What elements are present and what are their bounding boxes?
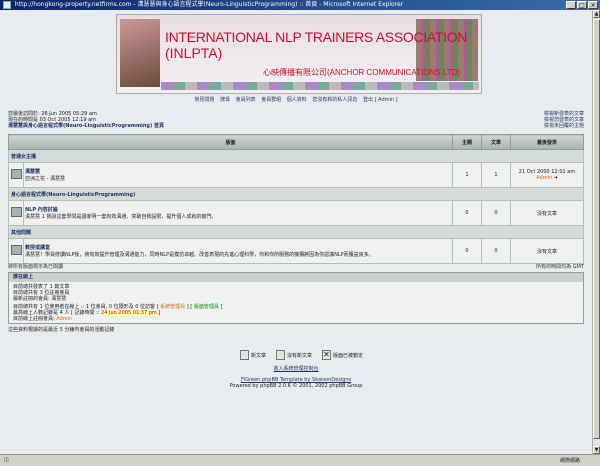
no-new-posts-icon bbox=[276, 350, 286, 360]
banner-abbrev: (INLPTA) bbox=[165, 45, 223, 61]
admin-legend: 系統管理員 bbox=[160, 304, 186, 310]
view-unanswered-link[interactable]: 檢視未回覆的主題 bbox=[544, 123, 584, 129]
post-count: 0 bbox=[481, 200, 511, 226]
forum-description: 溝慧慧！學員修讀NLP後，將有效提升管理及溝通能力，同時NLP是模仿卓越、改善表… bbox=[25, 252, 374, 258]
close-button[interactable]: × bbox=[588, 1, 598, 9]
new-posts-icon bbox=[240, 350, 249, 360]
nav-usergroups[interactable]: 會員群組 bbox=[261, 97, 281, 103]
table-row: 教授或講堂 溝慧慧！學員修讀NLP後，將有效提升管理及溝通能力，同時NLP是模仿… bbox=[8, 238, 584, 264]
admin-footer: 進入系統管理控制台 bbox=[8, 366, 584, 372]
topic-count: 0 bbox=[452, 200, 482, 226]
post-count: 1 bbox=[481, 162, 511, 188]
online-user-link[interactable]: Admin bbox=[56, 316, 72, 322]
table-row: NLP 內容討論 溝慧慧 1 我說這套學問是讓家明一套有效溝通、突破自我設限，提… bbox=[8, 200, 584, 226]
last-post-user-link[interactable]: Admin bbox=[536, 175, 552, 181]
admin-panel-link[interactable]: 進入系統管理控制台 bbox=[273, 366, 318, 372]
category-3[interactable]: 其他問題 bbox=[8, 225, 584, 239]
newest-member-text: 最新註冊的會員: 溝慧慧 bbox=[13, 296, 67, 302]
forum-index-link[interactable]: 溝慧慧與身心語言程式學(Neuro-LinguisticProgramming)… bbox=[8, 123, 164, 129]
scroll-thumb[interactable] bbox=[593, 19, 600, 439]
category-2[interactable]: 身心語言程式學(Neuro-LinguisticProgramming) bbox=[8, 187, 584, 201]
nav-private-messages[interactable]: 您沒有新的私人訊息 bbox=[312, 97, 357, 103]
top-navigation: 常見問題 搜尋 會員列表 會員群組 個人資料 您沒有新的私人訊息 登出 [ Ad… bbox=[8, 96, 584, 103]
category-1[interactable]: 普通女主播 bbox=[8, 149, 584, 163]
forum-table: 版面 主題 文章 最後發表 普通女主播 溝慧慧 亞洲之花 - 溝慧慧 1 1 2… bbox=[8, 134, 584, 264]
last-post-date: 沒有文章 bbox=[510, 200, 584, 226]
window-title: http://hongkong-property.netfirms.com - … bbox=[14, 1, 404, 8]
topic-count: 0 bbox=[452, 238, 482, 264]
legend-new: 新文章 bbox=[251, 352, 267, 359]
powered-by-text: Powered by phpBB 2.0.6 © 2001, 2002 phpB… bbox=[229, 383, 363, 389]
table-footnote: 將所有版面標示為已閱讀 所有的時間均為 GMT bbox=[8, 263, 584, 270]
forum-link[interactable]: 教授或講堂 bbox=[25, 244, 451, 251]
banner-title: INTERNATIONAL NLP TRAINERS ASSOCIATION bbox=[165, 29, 468, 45]
header-posts: 文章 bbox=[481, 134, 511, 150]
header-forum: 版面 bbox=[8, 134, 453, 150]
activity-note: 這些資料根據的是最近 5 分鐘內會員的活動記錄 bbox=[8, 327, 115, 333]
header-last-post: 最後發表 bbox=[510, 134, 584, 150]
mark-all-read-link[interactable]: 將所有版面標示為已閱讀 bbox=[8, 264, 63, 270]
registered-online-text: 目前線上註冊會員: bbox=[13, 316, 55, 322]
nav-profile[interactable]: 個人資料 bbox=[287, 97, 307, 103]
maximize-button[interactable]: □ bbox=[577, 1, 587, 9]
who-is-online-panel: 誰在線上 目前總共發表了 1 篇文章 目前總共有 3 位註冊會員 最新註冊的會員… bbox=[8, 272, 584, 324]
copyright: FIGreen phpBB Template by SkaisonDesigns… bbox=[8, 377, 584, 389]
forum-description: 亞洲之花 - 溝慧慧 bbox=[25, 176, 65, 182]
table-row: 溝慧慧 亞洲之花 - 溝慧慧 1 1 21 Oct 2000 12:01 am … bbox=[8, 162, 584, 188]
who-is-online-header[interactable]: 誰在線上 bbox=[9, 273, 583, 282]
minimize-button[interactable]: _ bbox=[566, 1, 576, 9]
portrait-image bbox=[120, 19, 160, 87]
page-icon: ◫ bbox=[4, 457, 9, 463]
topic-count: 1 bbox=[452, 162, 482, 188]
ie-icon bbox=[3, 0, 11, 9]
nav-faq[interactable]: 常見問題 bbox=[194, 97, 214, 103]
window-titlebar: http://hongkong-property.netfirms.com - … bbox=[0, 0, 600, 10]
view-latest-post-icon[interactable]: ➜ bbox=[554, 175, 558, 181]
forum-description: 溝慧慧 1 我說這套學問是讓家明一套有效溝通、突破自我設限，提升個人成就的竅門。 bbox=[25, 214, 217, 220]
folder-icon bbox=[10, 207, 22, 217]
moderator-legend: 版面管理員 bbox=[193, 304, 219, 310]
nav-logout[interactable]: 登出 [ Admin ] bbox=[363, 97, 398, 103]
banner-photo-strip bbox=[161, 82, 479, 90]
folder-icon bbox=[10, 245, 22, 255]
forum-link[interactable]: NLP 內容討論 bbox=[25, 206, 451, 213]
locked-icon: ✕ bbox=[322, 350, 332, 360]
icon-legend: 新文章 沒有新文章 ✕ 版面已被鎖定 bbox=[240, 350, 363, 360]
record-time: 24 Jun 2005 01:37 pm bbox=[101, 310, 157, 316]
timezone-text: 所有的時間均為 GMT bbox=[536, 264, 584, 270]
last-post-date: 沒有文章 bbox=[510, 238, 584, 264]
legend-no-new: 沒有新文章 bbox=[287, 352, 313, 359]
nav-memberlist[interactable]: 會員列表 bbox=[236, 97, 256, 103]
scroll-up-icon[interactable]: ▲ bbox=[593, 10, 600, 18]
header-topics: 主題 bbox=[452, 134, 482, 150]
site-banner: INTERNATIONAL NLP TRAINERS ASSOCIATION (… bbox=[116, 14, 482, 94]
banner-company: 心映傳播有限公司(ANCHOR COMMUNICATIONS LTD) bbox=[263, 68, 461, 77]
vertical-scrollbar[interactable]: ▲ ▼ bbox=[592, 10, 600, 454]
browser-viewport: INTERNATIONAL NLP TRAINERS ASSOCIATION (… bbox=[0, 10, 592, 454]
post-count: 0 bbox=[481, 238, 511, 264]
forum-link[interactable]: 溝慧慧 bbox=[25, 168, 451, 175]
legend-locked: 版面已被鎖定 bbox=[333, 352, 364, 359]
folder-icon bbox=[10, 169, 22, 179]
nav-search[interactable]: 搜尋 bbox=[220, 97, 230, 103]
scroll-down-icon[interactable]: ▼ bbox=[593, 446, 600, 454]
status-bar: ◫ 網際網路 bbox=[0, 454, 600, 465]
